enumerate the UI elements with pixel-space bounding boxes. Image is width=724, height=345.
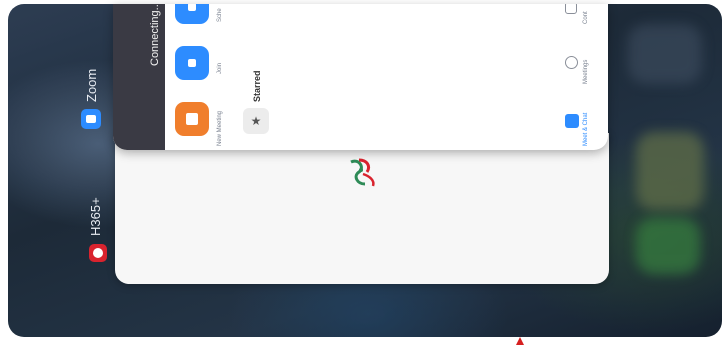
- h365-app-icon[interactable]: [89, 244, 107, 262]
- background-app-icon-blur: [636, 218, 700, 274]
- join-button[interactable]: [175, 46, 209, 80]
- camera-icon: [186, 113, 198, 125]
- pointer-cursor-icon: [516, 337, 524, 345]
- starred-heading: Starred: [252, 70, 262, 102]
- nav-contacts[interactable]: Cont: [583, 11, 589, 24]
- zoom-app-icon[interactable]: [81, 109, 101, 129]
- star-icon[interactable]: ★: [243, 108, 269, 134]
- nav-meet-chat[interactable]: Meet & Chat: [583, 113, 589, 146]
- calendar-icon: [188, 4, 196, 11]
- schedule-label: Sche: [217, 8, 223, 22]
- background-app-icon-blur: [636, 132, 704, 210]
- plus-icon: [188, 59, 196, 67]
- app-label-h365[interactable]: H365+: [88, 197, 103, 236]
- connection-status: Connecting...: [149, 4, 161, 66]
- h365-logo-icon: [350, 158, 375, 187]
- chat-icon[interactable]: [565, 114, 579, 128]
- contacts-icon[interactable]: [565, 4, 577, 14]
- new-meeting-button[interactable]: [175, 102, 209, 136]
- schedule-button[interactable]: [175, 4, 209, 24]
- join-label: Join: [217, 62, 223, 74]
- background-app-icon-blur: [628, 24, 702, 84]
- nav-meetings[interactable]: Meetings: [583, 60, 589, 84]
- zoom-app-card[interactable]: Connecting... New Meeting Join Sche Star…: [113, 4, 608, 150]
- app-label-zoom[interactable]: Zoom: [84, 69, 99, 102]
- new-meeting-label: New Meeting: [217, 110, 223, 146]
- clock-icon[interactable]: [565, 56, 578, 69]
